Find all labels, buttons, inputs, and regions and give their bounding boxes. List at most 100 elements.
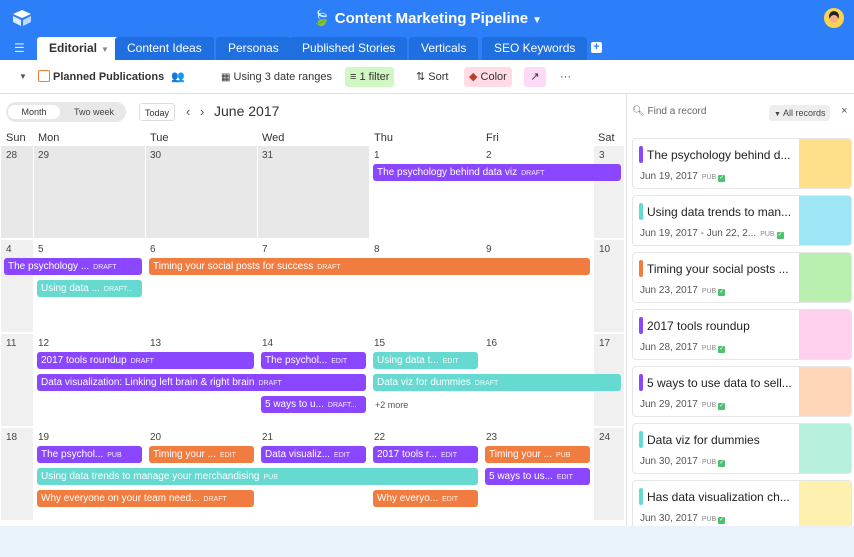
day-cell[interactable]: 2 bbox=[482, 146, 593, 238]
today-button[interactable]: Today bbox=[139, 103, 176, 121]
tab-published-stories[interactable]: Published Stories bbox=[290, 37, 408, 60]
day-number: 23 bbox=[486, 432, 498, 443]
day-cell[interactable]: 7 bbox=[258, 240, 369, 332]
calendar-event[interactable]: 5 ways to u... DRAFT... bbox=[261, 396, 366, 413]
event-status-badge: DRAFT bbox=[474, 380, 499, 387]
card-date-line: Jun 28, 2017 PUB ✓ bbox=[640, 342, 726, 353]
record-card[interactable]: Timing your social posts ... Jun 23, 2017… bbox=[632, 252, 852, 303]
day-number: 12 bbox=[38, 338, 50, 349]
card-date: Jun 29, 2017 bbox=[640, 399, 698, 410]
record-card[interactable]: 2017 tools roundup Jun 28, 2017 PUB ✓ bbox=[632, 309, 852, 360]
day-cell[interactable]: 24 bbox=[594, 428, 624, 520]
month-mode-button[interactable]: Month bbox=[8, 105, 60, 119]
event-title: Timing your ... bbox=[153, 449, 216, 460]
calendar-event[interactable]: The psychol... PUB bbox=[37, 446, 142, 463]
weekday-label: Tue bbox=[150, 132, 169, 144]
next-month-icon[interactable]: › bbox=[200, 104, 204, 119]
view-switcher[interactable]: Planned Publications 👥 bbox=[33, 67, 190, 87]
user-avatar[interactable] bbox=[824, 8, 844, 28]
color-button[interactable]: ◆ Color bbox=[464, 67, 512, 87]
calendar-event[interactable]: 2017 tools roundup DRAFT bbox=[37, 352, 254, 369]
calendar-event[interactable]: Using data trends to manage your merchan… bbox=[37, 468, 478, 485]
day-cell[interactable]: 11 bbox=[1, 334, 33, 426]
event-status-badge: EDIT bbox=[556, 474, 573, 481]
event-title: Using data trends to manage your merchan… bbox=[41, 471, 260, 482]
tab-editorial[interactable]: Editorial ▼ bbox=[37, 37, 121, 60]
calendar-event[interactable]: The psychol... EDIT bbox=[261, 352, 366, 369]
calendar-event[interactable]: The psychology behind data viz DRAFT bbox=[373, 164, 621, 181]
card-thumbnail bbox=[799, 253, 851, 302]
record-card[interactable]: Using data trends to man... Jun 19, 2017 … bbox=[632, 195, 852, 246]
tab-personas[interactable]: Personas bbox=[216, 37, 291, 60]
record-card[interactable]: 5 ways to use data to sell... Jun 29, 201… bbox=[632, 366, 852, 417]
calendar-event[interactable]: The psychology ... DRAFT bbox=[4, 258, 142, 275]
event-status-badge: DRAFT... bbox=[103, 286, 133, 293]
day-cell[interactable]: 28 bbox=[1, 146, 33, 238]
base-title[interactable]: 🍃 Content Marketing Pipeline ▼ bbox=[0, 9, 854, 27]
more-events-link[interactable]: +2 more bbox=[375, 400, 408, 410]
day-cell[interactable]: 30 bbox=[146, 146, 257, 238]
day-cell[interactable]: 1 bbox=[370, 146, 481, 238]
share-view-button[interactable]: ↗ bbox=[524, 67, 546, 87]
two-week-mode-button[interactable]: Two week bbox=[64, 105, 124, 119]
event-status-badge: PUB bbox=[107, 452, 122, 459]
event-status-badge: EDIT bbox=[331, 358, 348, 365]
card-date-line: Jun 23, 2017 PUB ✓ bbox=[640, 285, 726, 296]
day-number: 3 bbox=[599, 150, 605, 161]
share-icon: ↗ bbox=[530, 71, 540, 83]
tab-content-ideas[interactable]: Content Ideas bbox=[115, 37, 214, 60]
add-table-icon[interactable]: + bbox=[591, 42, 602, 53]
day-cell[interactable]: 29 bbox=[34, 146, 145, 238]
calendar-event[interactable]: Timing your social posts for success DRAF… bbox=[149, 258, 590, 275]
record-filter-dropdown[interactable]: ▼ All records bbox=[769, 105, 831, 121]
day-number: 11 bbox=[6, 338, 17, 349]
tab-verticals[interactable]: Verticals bbox=[409, 37, 479, 60]
checkmark-icon: ✓ bbox=[718, 346, 726, 353]
day-number: 30 bbox=[150, 150, 162, 161]
event-title: Timing your social posts for success bbox=[153, 261, 314, 272]
calendar-event[interactable]: Why everyo... EDIT bbox=[373, 490, 478, 507]
card-date: Jun 19, 2017 bbox=[640, 171, 698, 182]
calendar-event[interactable]: Using data t... EDIT bbox=[373, 352, 478, 369]
calendar-event[interactable]: Timing your ... PUB bbox=[485, 446, 590, 463]
calendar-event[interactable]: Why everyone on your team need... DRAFT bbox=[37, 490, 254, 507]
event-title: Data visualization: Linking left brain &… bbox=[41, 377, 255, 388]
record-card[interactable]: The psychology behind d... Jun 19, 2017 PU… bbox=[632, 138, 852, 189]
close-sidebar-icon[interactable]: × bbox=[841, 105, 847, 117]
tab-seo-keywords[interactable]: SEO Keywords bbox=[482, 37, 588, 60]
day-cell[interactable]: 3 bbox=[594, 146, 624, 238]
card-date: Jun 19, 2017 - Jun 22, 2... bbox=[640, 228, 757, 239]
more-options-button[interactable]: ··· bbox=[555, 67, 576, 87]
day-cell[interactable]: 31 bbox=[258, 146, 369, 238]
day-cell[interactable]: 8 bbox=[370, 240, 481, 332]
record-card[interactable]: Has data visualization ch... Jun 30, 2017… bbox=[632, 480, 852, 526]
day-cell[interactable]: 6 bbox=[146, 240, 257, 332]
calendar-event[interactable]: Data viz for dummies DRAFT bbox=[373, 374, 621, 391]
day-cell[interactable]: 10 bbox=[594, 240, 624, 332]
card-thumbnail bbox=[799, 481, 851, 526]
find-record-field[interactable]: 🔍︎ Find a record bbox=[632, 106, 706, 117]
card-color-bar bbox=[639, 317, 643, 334]
calendar-event[interactable]: Data visualiz... EDIT bbox=[261, 446, 366, 463]
calendar-event[interactable]: Using data ... DRAFT... bbox=[37, 280, 142, 297]
calendar-event[interactable]: 2017 tools r... EDIT bbox=[373, 446, 478, 463]
calendar-event[interactable]: Data visualization: Linking left brain &… bbox=[37, 374, 366, 391]
base-emoji-icon: 🍃 bbox=[311, 10, 331, 27]
collapse-chevron-icon[interactable]: ▼ bbox=[14, 67, 32, 87]
calendar-event[interactable]: 5 ways to us... EDIT bbox=[485, 468, 590, 485]
card-date-line: Jun 19, 2017 - Jun 22, 2... PUB ✓ bbox=[640, 228, 784, 239]
hamburger-menu-icon[interactable]: ☰ bbox=[14, 41, 25, 55]
event-title: Data viz for dummies bbox=[377, 377, 471, 388]
day-cell[interactable]: 9 bbox=[482, 240, 593, 332]
day-number: 17 bbox=[599, 338, 611, 349]
day-cell[interactable]: 18 bbox=[1, 428, 33, 520]
event-status-badge: DRAFT bbox=[317, 264, 341, 271]
day-cell[interactable]: 4 bbox=[1, 240, 33, 332]
calendar-event[interactable]: Timing your ... EDIT bbox=[149, 446, 254, 463]
filter-button[interactable]: ≡ 1 filter bbox=[345, 67, 395, 87]
prev-month-icon[interactable]: ‹ bbox=[186, 104, 190, 119]
date-ranges-button[interactable]: ▦ Using 3 date ranges bbox=[216, 67, 337, 87]
sort-button[interactable]: ⇅ Sort bbox=[411, 67, 453, 87]
record-card[interactable]: Data viz for dummies Jun 30, 2017 PUB ✓ bbox=[632, 423, 852, 474]
day-number: 14 bbox=[262, 338, 274, 349]
